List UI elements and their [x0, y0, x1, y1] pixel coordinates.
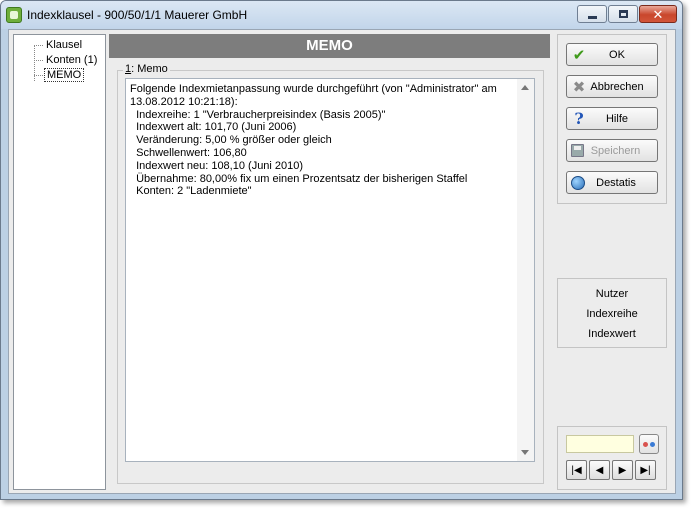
info-indexreihe: Indexreihe: [586, 308, 638, 320]
nav-last-button[interactable]: ▶|: [635, 460, 656, 480]
cancel-x-icon: ✖: [572, 78, 586, 96]
destatis-button[interactable]: Destatis: [566, 171, 658, 194]
ok-button[interactable]: ✔ OK: [566, 43, 658, 66]
info-nutzer: Nutzer: [595, 288, 629, 300]
scroll-up-icon[interactable]: [521, 85, 529, 90]
tree-item-konten[interactable]: Konten (1): [44, 53, 99, 67]
tree-connector: [34, 75, 43, 76]
app-logo-icon: [6, 7, 22, 23]
memo-line: Folgende Indexmietanpassung wurde durchg…: [130, 83, 497, 95]
nav-next-button[interactable]: ▶: [612, 460, 633, 480]
memo-line: Indexreihe: 1 "Verbraucherpreisindex (Ba…: [130, 108, 386, 121]
app-window: Indexklausel - 900/50/1/1 Mauerer GmbH ✕…: [0, 0, 683, 500]
info-indexwert: Indexwert: [588, 328, 636, 340]
client-area: Klausel Konten (1) MEMO MEMO 1: Memo Fol…: [8, 29, 676, 494]
nav-first-button[interactable]: |◀: [566, 460, 587, 480]
tree-item-klausel[interactable]: Klausel: [44, 38, 84, 52]
memo-section: MEMO 1: Memo Folgende Indexmietanpassung…: [109, 34, 550, 490]
memo-textarea[interactable]: Folgende Indexmietanpassung wurde durchg…: [125, 78, 535, 462]
maximize-icon: [618, 10, 628, 18]
record-search-input[interactable]: [566, 435, 634, 453]
floppy-disk-icon: [571, 144, 584, 157]
window-title: Indexklausel - 900/50/1/1 Mauerer GmbH: [27, 8, 248, 22]
record-navigator: |◀ ◀ ▶ ▶|: [557, 426, 667, 490]
people-icon: [642, 441, 656, 447]
memo-line: Veränderung: 5,00 % größer oder gleich: [130, 134, 332, 147]
help-question-icon: ?: [574, 109, 584, 128]
cancel-button[interactable]: ✖ Abbrechen: [566, 75, 658, 98]
memo-content: Folgende Indexmietanpassung wurde durchg…: [130, 83, 515, 198]
action-panel: ✔ OK ✖ Abbrechen ? Hilfe Speichern Desta…: [557, 34, 667, 204]
checkmark-icon: ✔: [572, 46, 586, 64]
info-panel: Nutzer Indexreihe Indexwert: [557, 278, 667, 348]
destatis-button-label: Destatis: [596, 176, 636, 189]
memo-line: Indexwert neu: 108,10 (Juni 2010): [130, 159, 304, 172]
tree-item-memo[interactable]: MEMO: [44, 68, 85, 82]
memo-scrollbar[interactable]: [517, 79, 534, 461]
globe-icon: [571, 175, 585, 190]
memo-line: Indexwert alt: 101,70 (Juni 2006): [130, 121, 297, 134]
tree-connector: [34, 60, 43, 61]
memo-line: Konten: 2 "Ladenmiete": [130, 185, 252, 198]
help-button-label: Hilfe: [605, 112, 628, 125]
memo-line: Übernahme: 80,00% fix um einen Prozentsa…: [130, 172, 468, 185]
section-header: MEMO: [109, 34, 550, 58]
close-icon: ✕: [652, 6, 664, 22]
help-button[interactable]: ? Hilfe: [566, 107, 658, 130]
maximize-button[interactable]: [608, 5, 638, 23]
minimize-button[interactable]: [577, 5, 607, 23]
minimize-icon: [587, 15, 597, 19]
save-button[interactable]: Speichern: [566, 139, 658, 162]
memo-line: Schwellenwert: 106,80: [130, 146, 247, 159]
ok-button-label: OK: [609, 48, 625, 61]
memo-label: 1: Memo: [123, 63, 170, 75]
scroll-down-icon[interactable]: [521, 450, 529, 455]
cancel-button-label: Abbrechen: [590, 80, 644, 93]
nav-prev-button[interactable]: ◀: [589, 460, 610, 480]
tree-connector: [34, 45, 43, 46]
navigation-tree: Klausel Konten (1) MEMO: [13, 34, 106, 490]
memo-label-text: : Memo: [131, 63, 168, 75]
close-button[interactable]: ✕: [639, 5, 677, 23]
save-button-label: Speichern: [590, 144, 641, 157]
title-bar[interactable]: Indexklausel - 900/50/1/1 Mauerer GmbH ✕: [1, 1, 682, 29]
memo-line: 13.08.2012 10:21:18):: [130, 95, 238, 108]
people-lookup-button[interactable]: [639, 434, 659, 454]
